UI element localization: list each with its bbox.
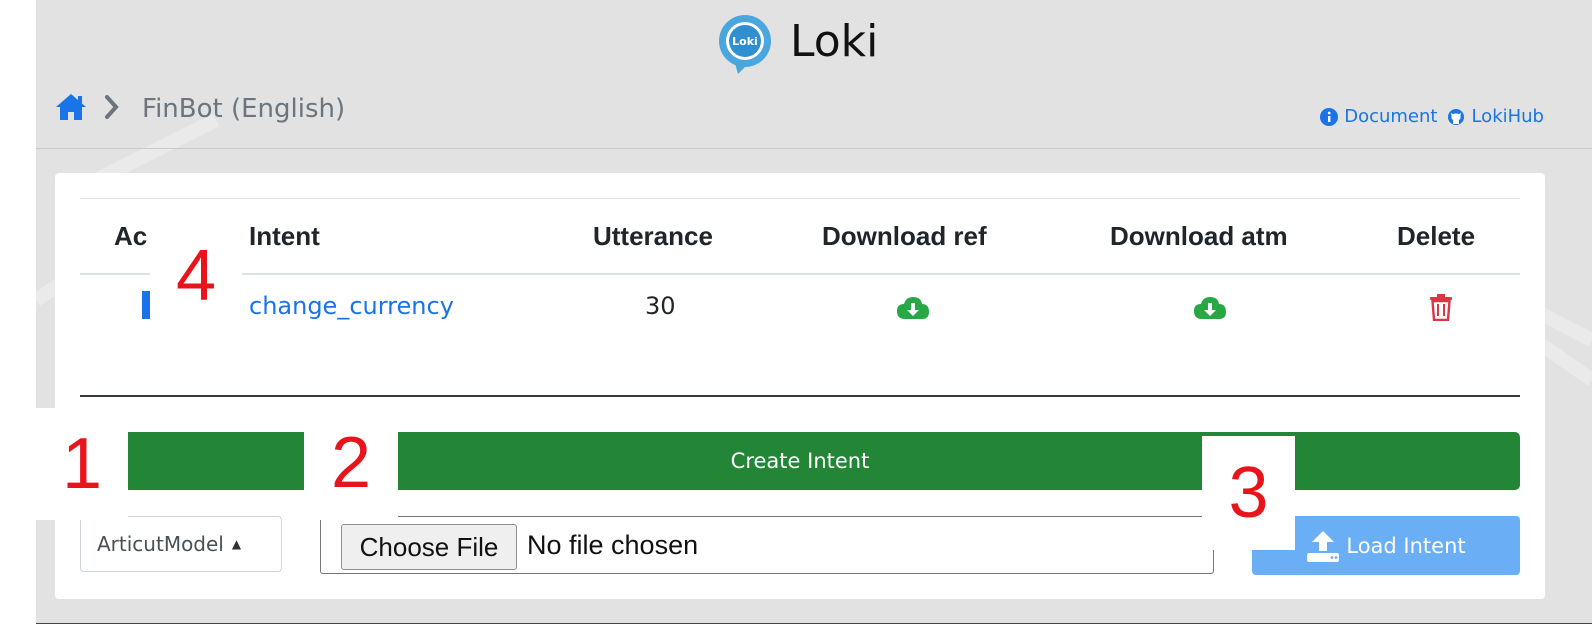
breadcrumb: FinBot (English) bbox=[54, 92, 345, 126]
loki-logo: Loki bbox=[718, 14, 772, 76]
home-icon[interactable] bbox=[54, 92, 88, 126]
callout-3: 3 bbox=[1202, 436, 1295, 550]
chevron-right-icon bbox=[104, 94, 120, 124]
table-top-border bbox=[80, 198, 1520, 199]
no-file-label: No file chosen bbox=[527, 530, 699, 560]
row-action-button[interactable] bbox=[142, 291, 150, 319]
utterance-count: 30 bbox=[645, 292, 676, 320]
header-divider bbox=[36, 148, 1592, 149]
document-link[interactable]: Document bbox=[1320, 106, 1437, 127]
column-header-download-atm: Download atm bbox=[1110, 221, 1288, 251]
file-input[interactable]: Choose File No file chosen bbox=[320, 516, 1214, 574]
trash-icon[interactable] bbox=[1429, 293, 1453, 325]
callout-1: 1 bbox=[36, 408, 128, 520]
app-window: Loki Loki FinBot (English) Document Loki… bbox=[36, 0, 1592, 624]
lokihub-link-label: LokiHub bbox=[1471, 106, 1544, 127]
document-link-label: Document bbox=[1344, 106, 1438, 127]
intent-link[interactable]: change_currency bbox=[249, 292, 454, 320]
table-header-border bbox=[80, 273, 1520, 275]
download-atm-cloud-download-icon[interactable] bbox=[1193, 295, 1227, 325]
column-header-ac: Ac bbox=[114, 221, 148, 251]
callout-2: 2 bbox=[304, 406, 398, 520]
app-title: Loki bbox=[790, 15, 879, 67]
column-header-utterance: Utterance bbox=[593, 221, 713, 251]
window-bottom-border bbox=[36, 623, 1592, 624]
create-intent-button[interactable]: Create Intent bbox=[80, 432, 1520, 490]
github-icon bbox=[1448, 108, 1465, 125]
svg-text:Loki: Loki bbox=[732, 35, 758, 48]
header-links: Document LokiHub bbox=[1320, 106, 1544, 127]
lokihub-link[interactable]: LokiHub bbox=[1447, 106, 1544, 127]
intent-card: Ac Intent Utterance Download ref Downloa… bbox=[55, 173, 1545, 599]
breadcrumb-current: FinBot (English) bbox=[142, 94, 346, 124]
load-intent-label: Load Intent bbox=[1346, 533, 1466, 558]
model-select[interactable]: ArticutModel ▲︎ bbox=[80, 516, 282, 572]
upload-icon bbox=[1307, 530, 1340, 562]
section-divider bbox=[80, 395, 1520, 397]
model-select-value: ArticutModel bbox=[97, 532, 224, 556]
column-header-download-ref: Download ref bbox=[822, 221, 987, 251]
callout-4: 4 bbox=[150, 220, 242, 332]
choose-file-button[interactable]: Choose File bbox=[341, 524, 517, 570]
brand: Loki Loki bbox=[718, 14, 878, 76]
select-caret-icon: ▲︎ bbox=[231, 537, 242, 551]
column-header-delete: Delete bbox=[1397, 221, 1476, 251]
column-header-intent: Intent bbox=[249, 221, 320, 251]
download-ref-cloud-download-icon[interactable] bbox=[896, 295, 930, 325]
info-circle-icon bbox=[1320, 107, 1339, 126]
